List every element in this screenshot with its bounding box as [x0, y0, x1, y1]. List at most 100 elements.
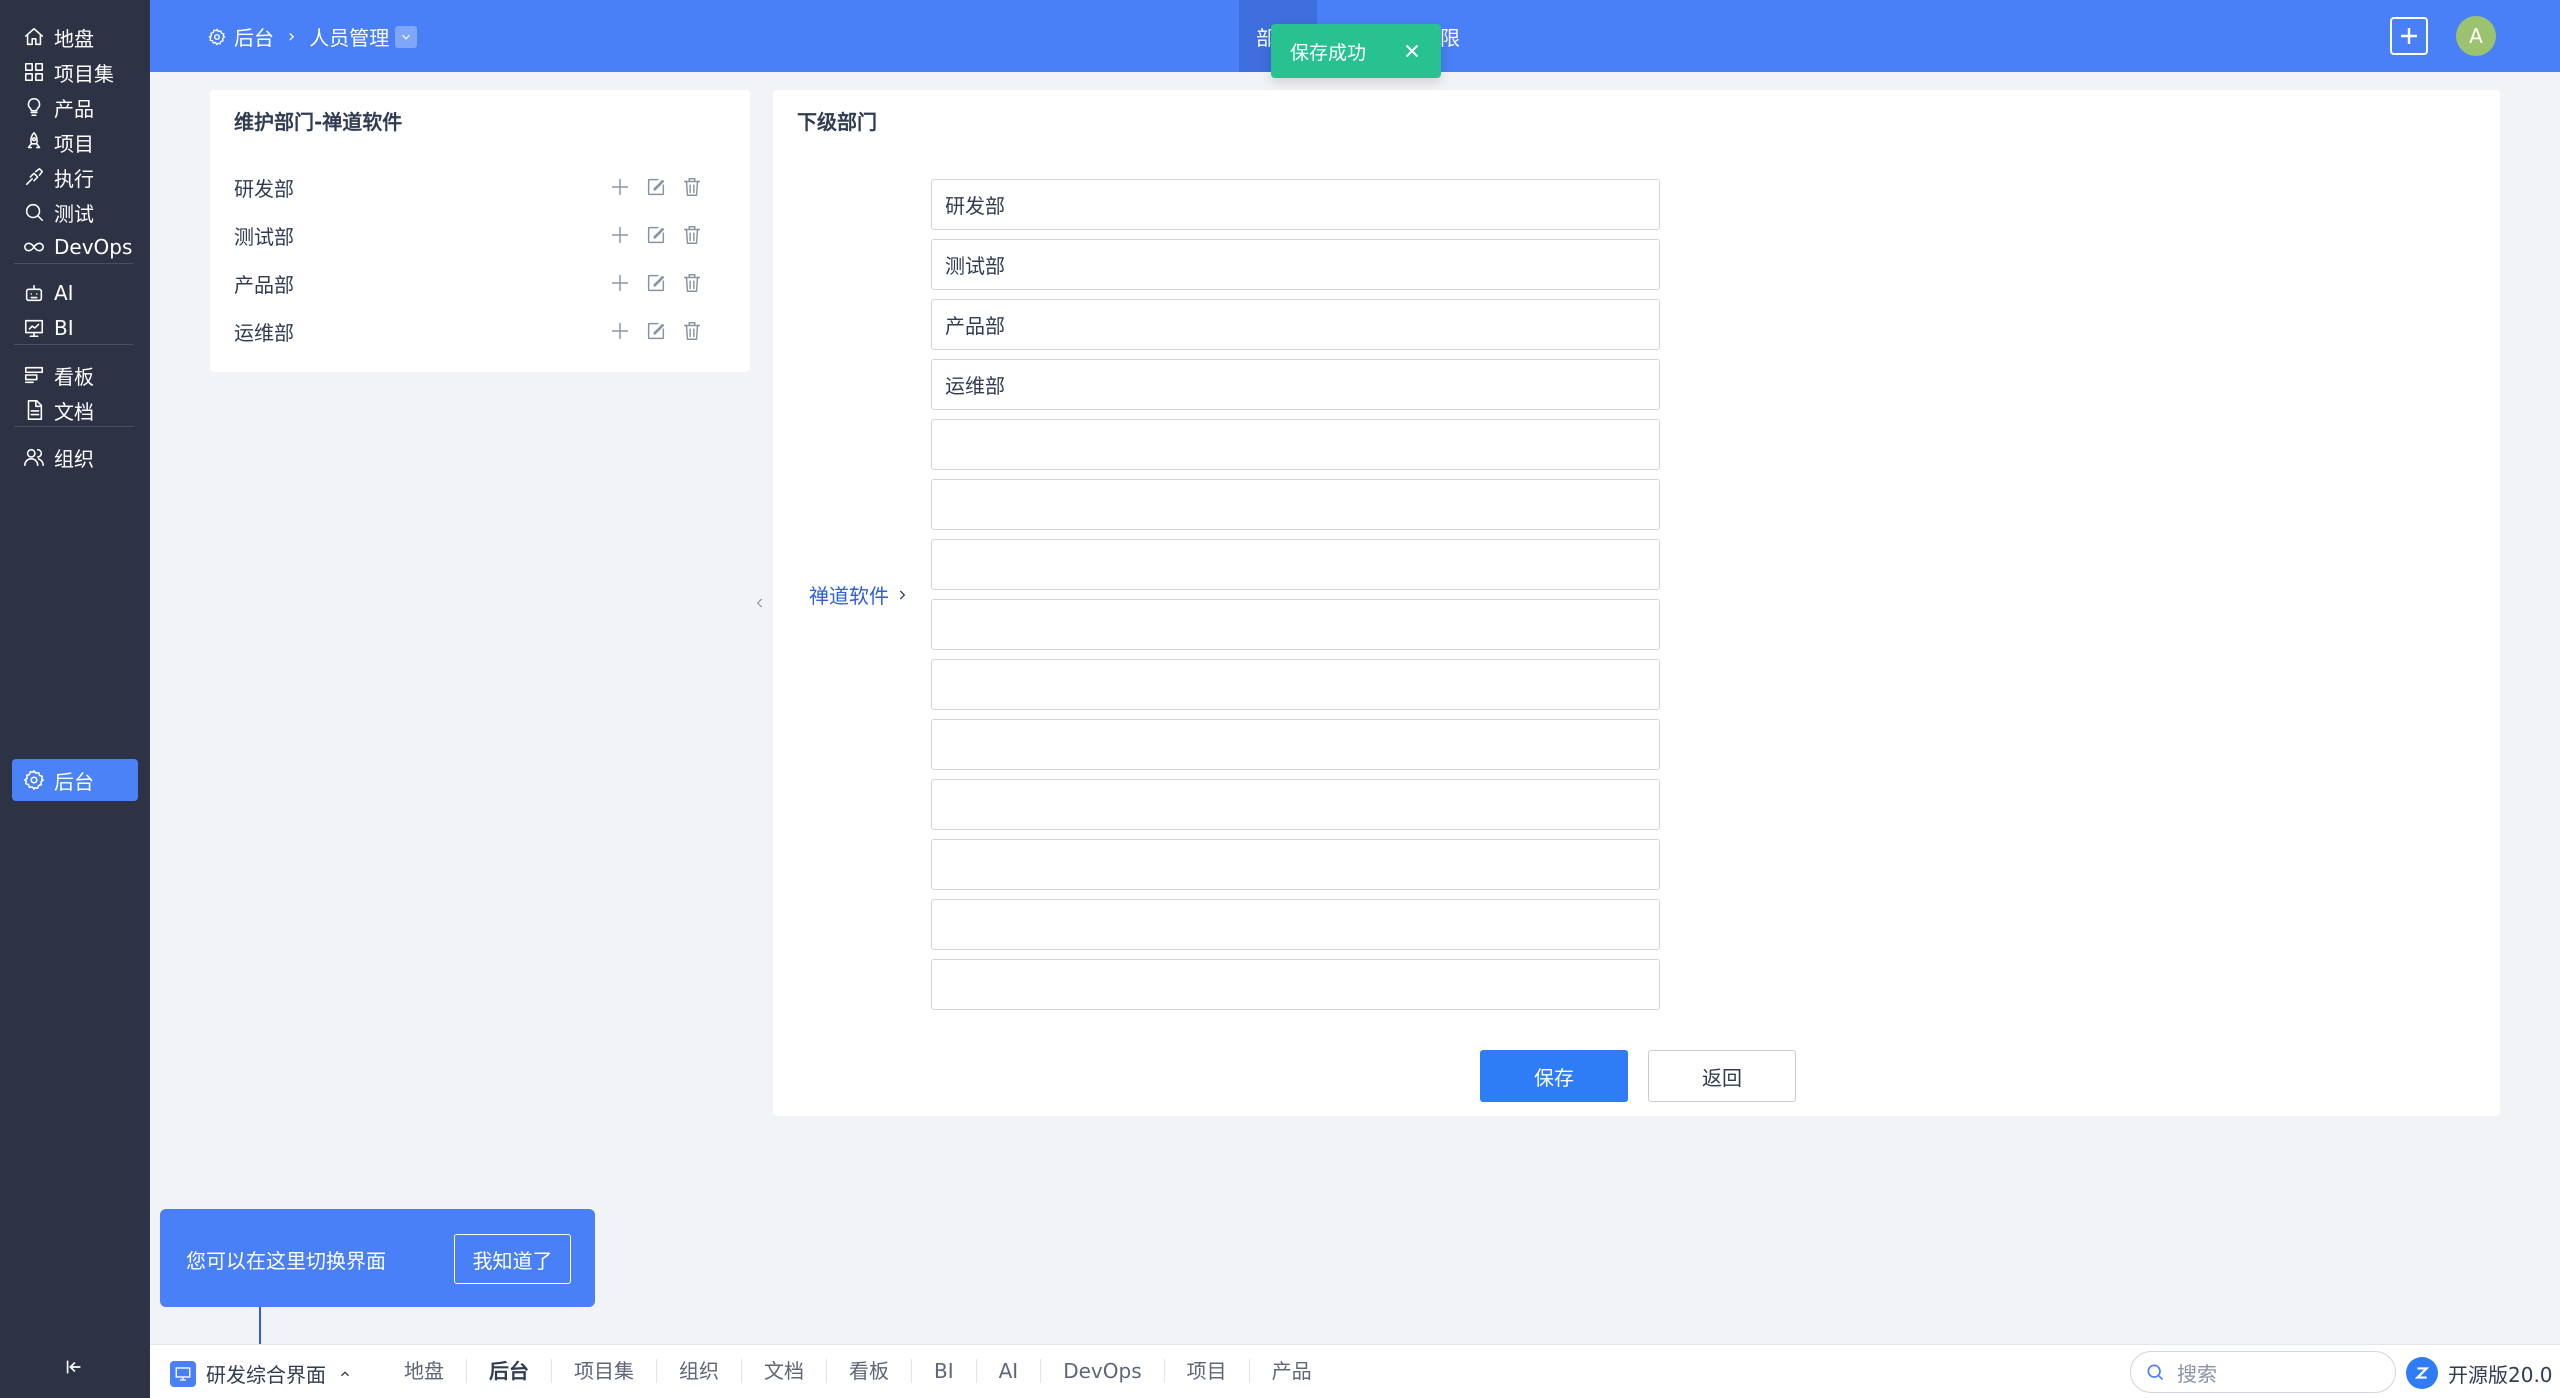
sub-department-panel: 下级部门 禅道软件 保存 返回: [773, 90, 2500, 1116]
panel-title: 下级部门: [797, 110, 877, 134]
ui-switch-tip: 您可以在这里切换界面 我知道了: [160, 1209, 595, 1307]
breadcrumb-root[interactable]: 后台: [234, 22, 274, 51]
grid-icon: [22, 60, 46, 84]
global-search-input[interactable]: 搜索: [2130, 1351, 2396, 1393]
add-child-button[interactable]: [608, 319, 632, 343]
search-icon: [22, 200, 46, 224]
edit-icon: [647, 178, 665, 196]
sidebar-item-devops[interactable]: DevOps: [12, 226, 138, 268]
department-name-input[interactable]: [931, 599, 1660, 650]
ui-switcher[interactable]: 研发综合界面: [170, 1359, 352, 1388]
parent-department-label[interactable]: 禅道软件: [809, 580, 889, 609]
avatar[interactable]: A: [2456, 16, 2496, 56]
department-name-input[interactable]: [931, 779, 1660, 830]
panel-collapse-toggle[interactable]: [750, 586, 770, 620]
bottom-tab[interactable]: 产品: [1248, 1359, 1334, 1383]
delete-button[interactable]: [680, 271, 704, 295]
sidebar-item-docs[interactable]: 文档: [12, 389, 138, 431]
bottom-tab[interactable]: 组织: [656, 1359, 741, 1383]
close-icon: [1405, 44, 1419, 58]
bottom-tab[interactable]: 项目集: [551, 1359, 656, 1383]
bottom-tab-active[interactable]: 后台: [466, 1359, 551, 1383]
edition-info[interactable]: 开源版20.0: [2406, 1357, 2553, 1389]
parent-department-link[interactable]: 禅道软件: [809, 580, 909, 609]
department-name-input[interactable]: [931, 239, 1660, 290]
back-button[interactable]: 返回: [1648, 1050, 1796, 1102]
edit-icon: [647, 322, 665, 340]
trash-icon: [683, 178, 701, 196]
department-name-input[interactable]: [931, 179, 1660, 230]
sidebar-item-bi[interactable]: BI: [12, 307, 138, 349]
breadcrumb-dropdown[interactable]: [395, 25, 418, 48]
sidebar-item-label: 项目集: [54, 61, 114, 86]
department-name-input[interactable]: [931, 719, 1660, 770]
add-child-button[interactable]: [608, 223, 632, 247]
add-child-button[interactable]: [608, 175, 632, 199]
sidebar-item-label: 执行: [54, 166, 94, 191]
search-placeholder: 搜索: [2177, 1361, 2217, 1386]
tip-dismiss-button[interactable]: 我知道了: [454, 1234, 571, 1284]
run-icon: [22, 165, 46, 189]
collapse-sidebar-button[interactable]: [56, 1354, 92, 1384]
sidebar-item-label: 看板: [54, 364, 94, 389]
bottom-tab[interactable]: 看板: [826, 1359, 911, 1383]
gear-icon: [22, 768, 46, 792]
sidebar-item-label: 测试: [54, 201, 94, 226]
tab-permission-label[interactable]: 限: [1440, 22, 1460, 51]
bottom-tab[interactable]: BI: [911, 1359, 976, 1383]
edit-button[interactable]: [644, 223, 668, 247]
delete-button[interactable]: [680, 175, 704, 199]
ui-switcher-label: 研发综合界面: [206, 1363, 326, 1387]
sidebar-item-org[interactable]: 组织: [12, 436, 138, 478]
department-name-input[interactable]: [931, 359, 1660, 410]
bottom-tab[interactable]: 文档: [741, 1359, 826, 1383]
department-name-input[interactable]: [931, 479, 1660, 530]
gear-icon: [208, 27, 226, 46]
users-icon: [22, 445, 46, 469]
chevron-down-icon: [402, 34, 411, 40]
kanban-icon: [22, 363, 46, 387]
bottom-tab[interactable]: 项目: [1163, 1359, 1249, 1383]
document-icon: [22, 398, 46, 422]
department-name-input[interactable]: [931, 299, 1660, 350]
department-item[interactable]: 运维部: [234, 311, 734, 351]
department-name-input[interactable]: [931, 959, 1660, 1010]
rocket-icon: [22, 130, 46, 154]
department-item[interactable]: 测试部: [234, 215, 734, 255]
department-name[interactable]: 产品部: [234, 269, 294, 298]
save-button[interactable]: 保存: [1480, 1050, 1628, 1102]
bottom-tabs: 地盘 后台 项目集 组织 文档 看板 BI AI DevOps 项目 产品: [382, 1359, 1334, 1383]
bottom-tab[interactable]: AI: [975, 1359, 1041, 1383]
chevron-left-icon: [756, 598, 763, 608]
lightbulb-icon: [22, 95, 46, 119]
toast-close-button[interactable]: [1401, 40, 1423, 62]
edit-button[interactable]: [644, 175, 668, 199]
plus-icon: [611, 274, 629, 292]
edition-label: 开源版20.0: [2448, 1362, 2553, 1387]
department-name-input[interactable]: [931, 419, 1660, 470]
delete-button[interactable]: [680, 319, 704, 343]
edit-button[interactable]: [644, 271, 668, 295]
department-name[interactable]: 运维部: [234, 317, 294, 346]
department-name-input[interactable]: [931, 659, 1660, 710]
department-name-input[interactable]: [931, 539, 1660, 590]
department-name-input[interactable]: [931, 899, 1660, 950]
success-toast: 保存成功: [1271, 24, 1441, 78]
delete-button[interactable]: [680, 223, 704, 247]
search-icon: [2147, 1364, 2164, 1381]
department-name[interactable]: 测试部: [234, 221, 294, 250]
bottom-tab[interactable]: DevOps: [1040, 1359, 1163, 1383]
department-name[interactable]: 研发部: [234, 173, 294, 202]
department-name-input[interactable]: [931, 839, 1660, 890]
trash-icon: [683, 226, 701, 244]
department-item[interactable]: 研发部: [234, 167, 734, 207]
sidebar-item-label: AI: [54, 281, 74, 305]
create-button[interactable]: [2390, 17, 2428, 55]
infinity-icon: [22, 235, 46, 259]
department-item[interactable]: 产品部: [234, 263, 734, 303]
bottom-tab[interactable]: 地盘: [382, 1359, 466, 1383]
breadcrumb-current[interactable]: 人员管理: [309, 22, 389, 51]
sidebar-item-admin[interactable]: 后台: [12, 759, 138, 801]
edit-button[interactable]: [644, 319, 668, 343]
add-child-button[interactable]: [608, 271, 632, 295]
